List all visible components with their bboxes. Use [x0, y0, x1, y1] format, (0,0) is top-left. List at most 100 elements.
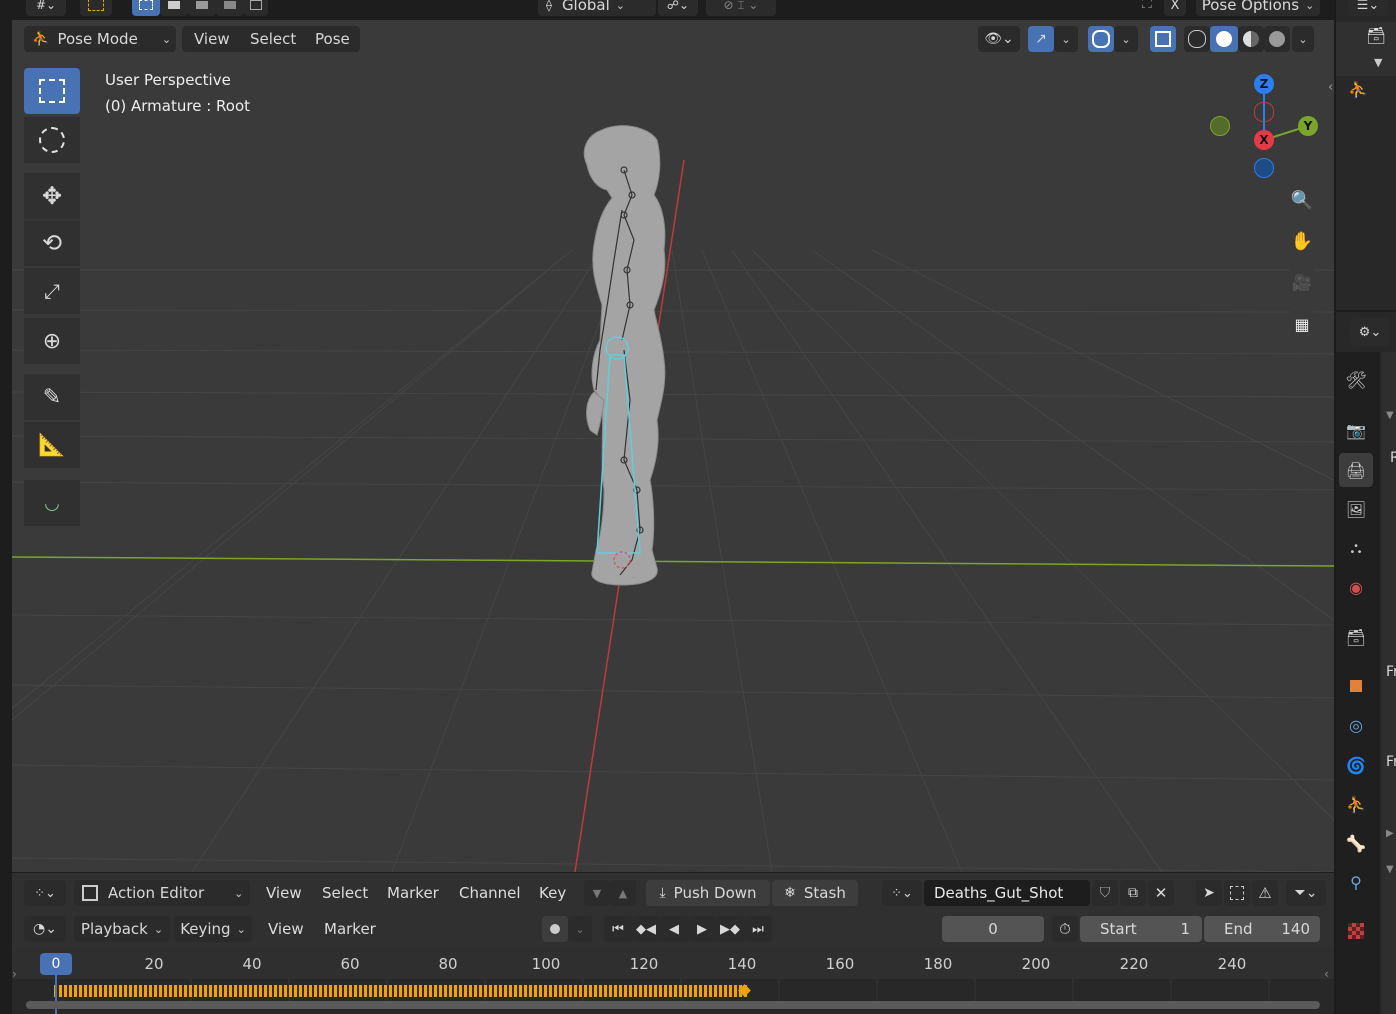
show-hidden-toggle[interactable] [1224, 880, 1250, 906]
tab-physics[interactable]: 🌀 [1339, 748, 1373, 782]
gizmo-y-axis[interactable]: Y [1298, 116, 1318, 136]
tab-render[interactable]: 📷 [1339, 413, 1373, 447]
horizontal-scrollbar[interactable] [26, 1001, 1320, 1009]
menu-marker[interactable]: Marker [324, 916, 376, 942]
select-invert-button[interactable] [216, 0, 244, 16]
transform-pivot-button[interactable]: #⌄ [26, 0, 66, 16]
shading-wireframe[interactable] [1184, 26, 1210, 52]
overlay-toggle[interactable] [1088, 26, 1114, 52]
push-down-button[interactable]: ⤓ Push Down [646, 880, 770, 906]
zoom-button[interactable]: 🔍 [1285, 183, 1319, 217]
tab-modifiers[interactable]: ◎ [1339, 708, 1373, 742]
mode-dropdown-action-editor[interactable]: Action Editor ⌄ [74, 880, 250, 906]
layer-down-button[interactable]: ▼ [584, 880, 610, 906]
tool-relax-pose[interactable]: ◡ [24, 480, 80, 526]
gizmo-toggle[interactable]: ↗ [1028, 26, 1054, 52]
tab-scene[interactable]: ⛬ [1339, 531, 1373, 565]
current-frame-field[interactable]: 0 [942, 916, 1044, 942]
preview-range-toggle[interactable]: ⏱ [1052, 916, 1078, 942]
properties-editor-type[interactable]: ⚙⌄ [1350, 318, 1390, 346]
tab-view-layer[interactable]: 🖼 [1339, 492, 1373, 526]
gizmo-neg-y-axis[interactable] [1210, 116, 1230, 136]
shading-rendered[interactable] [1264, 26, 1290, 52]
tab-texture[interactable] [1339, 914, 1373, 948]
tool-move[interactable]: ✥ [24, 173, 80, 219]
select-intersect-button[interactable] [244, 0, 268, 16]
menu-view[interactable]: View [194, 30, 230, 48]
tool-cursor[interactable] [24, 117, 80, 163]
menu-pose[interactable]: Pose [315, 30, 350, 48]
tab-world[interactable]: ◉ [1339, 570, 1373, 604]
shading-solid[interactable] [1210, 26, 1238, 52]
tab-bone[interactable]: 🦴 [1339, 826, 1373, 860]
play-reverse-button[interactable]: ◀ [660, 916, 688, 942]
x-mirror-button[interactable]: X [1164, 0, 1186, 16]
tool-scale[interactable]: ⤢ [24, 268, 80, 314]
snap-dropdown[interactable]: ⊘ ⌶ ⌄ [706, 0, 776, 16]
action-name-field[interactable]: Deaths_Gut_Shot [924, 880, 1090, 906]
select-subtract-button[interactable] [188, 0, 216, 16]
filter-dropdown[interactable]: ⏷⌄ [1286, 880, 1326, 906]
select-new-button[interactable] [132, 0, 160, 16]
pose-options-dropdown[interactable]: Pose Options ⌄ [1196, 0, 1320, 16]
next-keyframe-button[interactable]: ▶◆ [716, 916, 744, 942]
pivot-point-dropdown[interactable]: ☍⌄ [658, 0, 698, 16]
perspective-toggle-button[interactable]: ▦ [1285, 307, 1319, 341]
editor-type-dropdown[interactable]: ⁘⌄ [24, 880, 66, 906]
tab-object[interactable] [1339, 669, 1373, 703]
menu-select[interactable]: Select [250, 30, 296, 48]
select-mode-button[interactable] [80, 0, 112, 16]
tool-annotate[interactable]: ✎ [24, 374, 80, 420]
mirror-icon[interactable]: ⛶ [1142, 0, 1152, 12]
shading-material[interactable] [1238, 26, 1264, 52]
auto-keying-toggle[interactable] [542, 916, 568, 942]
navigation-gizmo[interactable]: Z Y X [1202, 70, 1332, 180]
new-action-button[interactable]: ⧉ [1120, 880, 1146, 906]
menu-select[interactable]: Select [322, 880, 368, 906]
end-frame-field[interactable]: End 140 [1204, 916, 1320, 942]
playback-dropdown[interactable]: Playback ⌄ [74, 916, 170, 942]
only-selected-toggle[interactable]: ➤ [1196, 880, 1222, 906]
select-extend-button[interactable] [160, 0, 188, 16]
tool-rotate[interactable]: ⟲ [24, 220, 80, 266]
jump-to-start-button[interactable]: ⏮ [604, 916, 632, 942]
tab-tool[interactable]: 🛠 [1339, 364, 1373, 398]
tab-output[interactable]: 🖨 [1339, 453, 1373, 487]
collection-icon[interactable]: 🗃 [1366, 26, 1386, 45]
collapse-left-arrow[interactable]: ‹ [1328, 80, 1333, 95]
camera-view-button[interactable]: 🎥 [1285, 265, 1319, 299]
expand-arrow-icon[interactable]: ▼ [1374, 56, 1382, 69]
tab-collection[interactable]: 🗃 [1339, 620, 1373, 654]
start-frame-field[interactable]: Start 1 [1080, 916, 1202, 942]
pan-button[interactable]: ✋ [1285, 224, 1319, 258]
tab-bone-constraint[interactable]: ⚲ [1339, 865, 1373, 899]
menu-view[interactable]: View [268, 916, 304, 942]
auto-keying-options[interactable]: ⌄ [568, 916, 592, 942]
play-button[interactable]: ▶ [688, 916, 716, 942]
gizmo-neg-x-axis[interactable] [1254, 102, 1274, 122]
stash-button[interactable]: ❄ Stash [772, 880, 858, 906]
gizmo-dropdown[interactable]: ⌄ [1054, 26, 1078, 52]
menu-channel[interactable]: Channel [459, 880, 521, 906]
only-errors-toggle[interactable]: ⚠ [1252, 880, 1278, 906]
3d-viewport[interactable]: ⛹ Pose Mode ⌄ View Select Pose 👁⌄ ↗ ⌄ ⌄ … [12, 20, 1334, 872]
layer-up-button[interactable]: ▲ [610, 880, 636, 906]
outliner-display-mode[interactable]: ☰⌄ [1348, 0, 1388, 16]
menu-marker[interactable]: Marker [387, 880, 439, 906]
action-browse-button[interactable]: ⁘⌄ [882, 880, 922, 906]
menu-view[interactable]: View [266, 880, 302, 906]
jump-to-end-button[interactable]: ⏭ [744, 916, 772, 942]
menu-key[interactable]: Key [539, 880, 566, 906]
gizmo-x-axis[interactable]: X [1254, 130, 1274, 150]
tool-measure[interactable]: 📐 [24, 422, 80, 468]
mode-dropdown[interactable]: ⛹ Pose Mode ⌄ [24, 26, 176, 52]
playhead[interactable]: 0 [40, 953, 72, 975]
tool-transform[interactable]: ⊕ [24, 318, 80, 364]
tab-object-data[interactable]: ⛹ [1339, 787, 1373, 821]
unlink-action-button[interactable]: ✕ [1148, 880, 1174, 906]
overlay-dropdown[interactable]: ⌄ [1114, 26, 1138, 52]
shading-dropdown[interactable]: ⌄ [1292, 26, 1314, 52]
fake-user-button[interactable]: ⛉ [1092, 880, 1118, 906]
timeline-editor-type[interactable]: ◔⌄ [24, 916, 66, 942]
visibility-dropdown[interactable]: 👁⌄ [978, 26, 1020, 52]
